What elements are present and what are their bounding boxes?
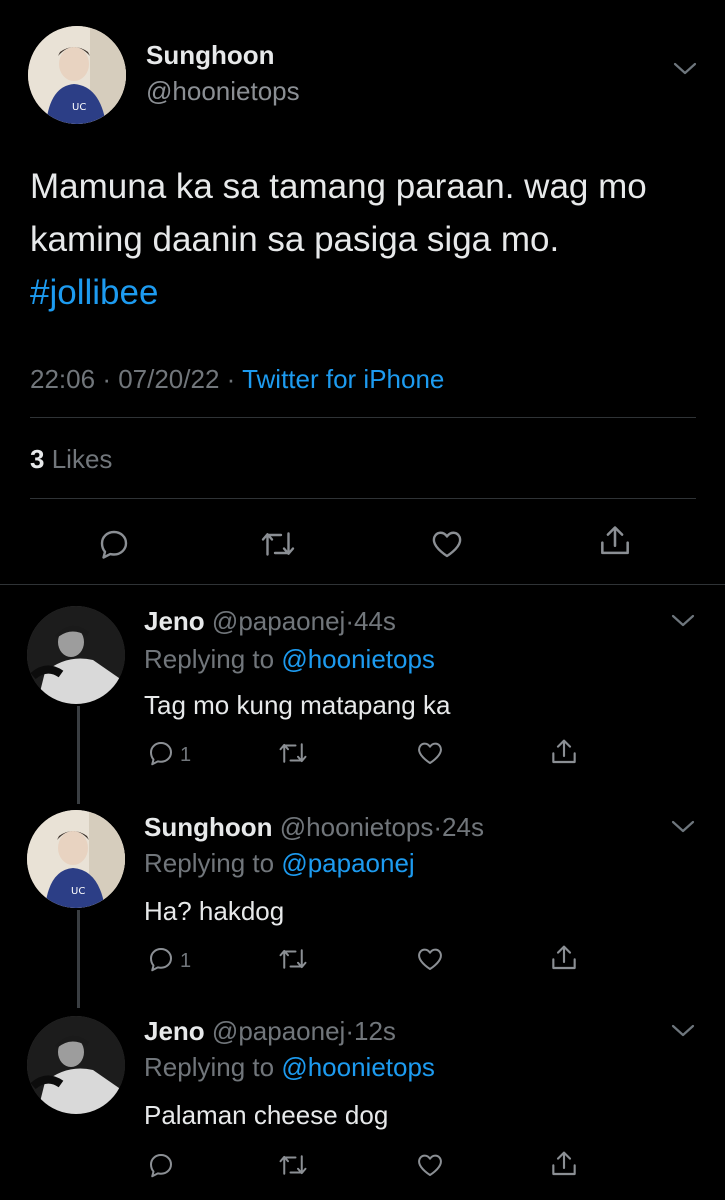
like-button[interactable] [414, 738, 446, 768]
share-icon [552, 739, 576, 764]
reply-count: 1 [180, 950, 192, 972]
thread-line [77, 706, 80, 804]
like-icon [418, 948, 442, 970]
share-icon [552, 1151, 576, 1176]
reply-age: 12s [353, 1016, 396, 1046]
share-icon [552, 945, 576, 970]
tweet-body: Mamuna ka sa tamang paraan. wag mo kamin… [30, 167, 647, 259]
share-button[interactable] [596, 522, 634, 560]
replying-to: Replying to @hoonietops [144, 1052, 435, 1083]
author-name[interactable]: Sunghoon [146, 40, 275, 71]
reply-header: Jeno @papaonej·44s [144, 606, 396, 636]
replying-to-handle[interactable]: @hoonietops [281, 1052, 435, 1082]
chevron-down-icon[interactable] [670, 1022, 696, 1040]
tweet-source[interactable]: Twitter for iPhone [242, 364, 444, 394]
reply-avatar[interactable] [27, 1016, 125, 1114]
replying-to-handle[interactable]: @hoonietops [281, 644, 435, 674]
thread-line [77, 910, 80, 1008]
tweet-meta: 22:06 · 07/20/22 · Twitter for iPhone [30, 364, 445, 394]
reply-author-handle[interactable]: @hoonietops [280, 812, 434, 842]
retweet-button[interactable] [276, 1150, 310, 1180]
chevron-down-icon[interactable] [672, 60, 698, 78]
retweet-icon [279, 949, 307, 969]
divider [0, 584, 725, 585]
tweet-time: 22:06 [30, 364, 96, 394]
reply-button[interactable] [96, 526, 132, 562]
reply-avatar[interactable] [27, 606, 125, 704]
reply-header: Jeno @papaonej·12s [144, 1016, 396, 1046]
like-icon [418, 742, 442, 764]
retweet-button[interactable] [276, 738, 310, 768]
retweet-icon [279, 1155, 307, 1175]
tweet-date: 07/20/22 [118, 364, 220, 394]
share-icon [601, 526, 629, 555]
retweet-icon [279, 743, 307, 763]
svg-text:UC: UC [72, 102, 86, 113]
reply-header: Sunghoon @hoonietops·24s [144, 812, 484, 842]
likes-label: Likes [51, 444, 113, 474]
like-button[interactable] [414, 1150, 446, 1180]
reply-author-name[interactable]: Jeno [144, 606, 205, 636]
like-icon [432, 531, 462, 558]
divider [30, 498, 696, 499]
reply-button[interactable] [146, 944, 176, 974]
reply-author-name[interactable]: Jeno [144, 1016, 205, 1046]
replying-label: Replying to [144, 1052, 275, 1082]
replying-to: Replying to @hoonietops [144, 644, 435, 675]
chevron-down-icon[interactable] [670, 612, 696, 630]
reply-text: Tag mo kung matapang ka [144, 690, 451, 720]
replying-to: Replying to @papaonej [144, 848, 415, 879]
tweet-text: Mamuna ka sa tamang paraan. wag mo kamin… [30, 160, 700, 319]
share-button[interactable] [548, 736, 580, 768]
retweet-button[interactable] [276, 944, 310, 974]
reply-icon [150, 742, 172, 766]
reply-text: Ha? hakdog [144, 896, 285, 926]
likes-count: 3 [30, 444, 45, 474]
divider [30, 417, 696, 418]
like-icon [418, 1154, 442, 1176]
share-button[interactable] [548, 1148, 580, 1180]
svg-text:UC: UC [71, 886, 85, 897]
retweet-icon [261, 532, 295, 556]
reply-author-handle[interactable]: @papaonej [212, 1016, 345, 1046]
reply-author-name[interactable]: Sunghoon [144, 812, 273, 842]
reply-icon [100, 530, 128, 559]
author-handle[interactable]: @hoonietops [146, 76, 300, 107]
retweet-button[interactable] [258, 526, 298, 562]
replying-label: Replying to [144, 644, 275, 674]
reply-author-handle[interactable]: @papaonej [212, 606, 345, 636]
reply-age: 24s [442, 812, 484, 842]
reply-button[interactable] [146, 1150, 176, 1180]
reply-text: Palaman cheese dog [144, 1100, 389, 1130]
hashtag-link[interactable]: #jollibee [30, 273, 158, 312]
likes-stat[interactable]: 3 Likes [30, 444, 112, 475]
like-button[interactable] [414, 944, 446, 974]
chevron-down-icon[interactable] [670, 818, 696, 836]
reply-icon [150, 1154, 172, 1178]
reply-count: 1 [180, 744, 192, 766]
reply-button[interactable] [146, 738, 176, 768]
reply-avatar[interactable]: UC [27, 810, 125, 908]
author-avatar[interactable]: UC [28, 26, 126, 124]
reply-icon [150, 948, 172, 972]
replying-to-handle[interactable]: @papaonej [281, 848, 414, 878]
share-button[interactable] [548, 942, 580, 974]
replying-label: Replying to [144, 848, 275, 878]
reply-age: 44s [353, 606, 396, 636]
like-button[interactable] [428, 526, 466, 562]
